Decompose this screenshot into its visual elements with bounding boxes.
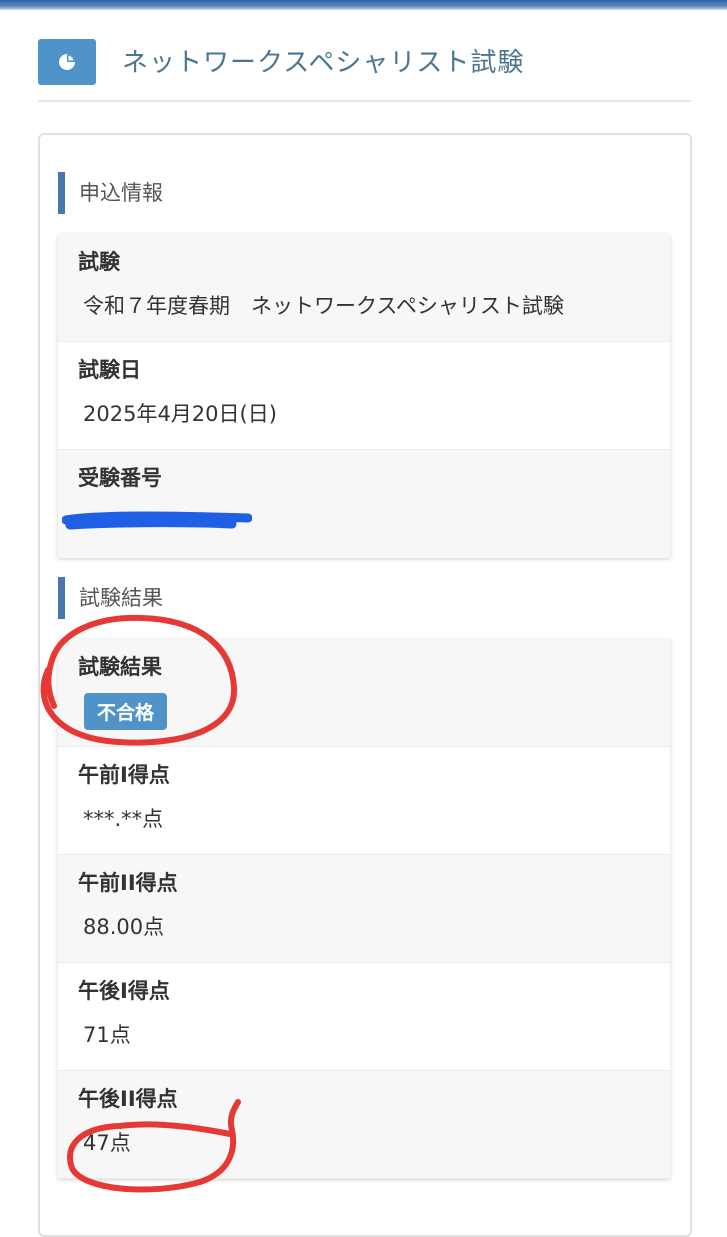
- top-status-strip: [0, 0, 727, 10]
- pm1-score-label: 午後I得点: [78, 979, 170, 1003]
- exam-info-panel: 申込情報 試験 令和７年度春期 ネットワークスペシャリスト試験 試験日 2025…: [38, 133, 692, 1237]
- pm2-score-label: 午後II得点: [78, 1087, 178, 1111]
- exam-results-heading: 試験結果: [58, 577, 163, 619]
- exam-row: 試験 令和７年度春期 ネットワークスペシャリスト試験: [58, 234, 670, 342]
- am2-score-row: 午前II得点 88.00点: [58, 855, 670, 963]
- exam-date-value: 2025年4月20日(日): [83, 402, 277, 426]
- am2-score-label: 午前II得点: [78, 871, 178, 895]
- redacted-exam-number: [62, 511, 252, 530]
- am1-score-label: 午前I得点: [78, 763, 170, 787]
- exam-value: 令和７年度春期 ネットワークスペシャリスト試験: [83, 294, 564, 318]
- pm1-score-row: 午後I得点 71点: [58, 963, 670, 1071]
- am2-score-value: 88.00点: [83, 915, 165, 939]
- page-title: ネットワークスペシャリスト試験: [122, 48, 525, 78]
- application-info-card: 試験 令和７年度春期 ネットワークスペシャリスト試験 試験日 2025年4月20…: [58, 234, 670, 558]
- exam-date-row: 試験日 2025年4月20日(日): [58, 342, 670, 450]
- result-row: 試験結果 不合格: [58, 639, 670, 747]
- pm1-score-value: 71点: [83, 1023, 131, 1047]
- am1-score-value: ***.**点: [83, 807, 164, 831]
- result-status-badge: 不合格: [84, 693, 168, 730]
- pm2-score-row: 午後II得点 47点: [58, 1071, 670, 1179]
- application-info-heading: 申込情報: [58, 172, 163, 214]
- exam-number-label: 受験番号: [78, 466, 162, 490]
- exam-label: 試験: [78, 250, 120, 274]
- exam-results-card: 試験結果 不合格 午前I得点 ***.**点 午前II得点 88.00点 午後I…: [58, 639, 670, 1179]
- exam-number-row: 受験番号: [58, 450, 670, 558]
- exam-date-label: 試験日: [78, 358, 141, 382]
- am1-score-row: 午前I得点 ***.**点: [58, 747, 670, 855]
- pie-chart-icon: [38, 39, 96, 85]
- pm2-score-value: 47点: [83, 1131, 131, 1155]
- page-header: ネットワークスペシャリスト試験: [38, 38, 691, 102]
- result-label: 試験結果: [78, 655, 162, 679]
